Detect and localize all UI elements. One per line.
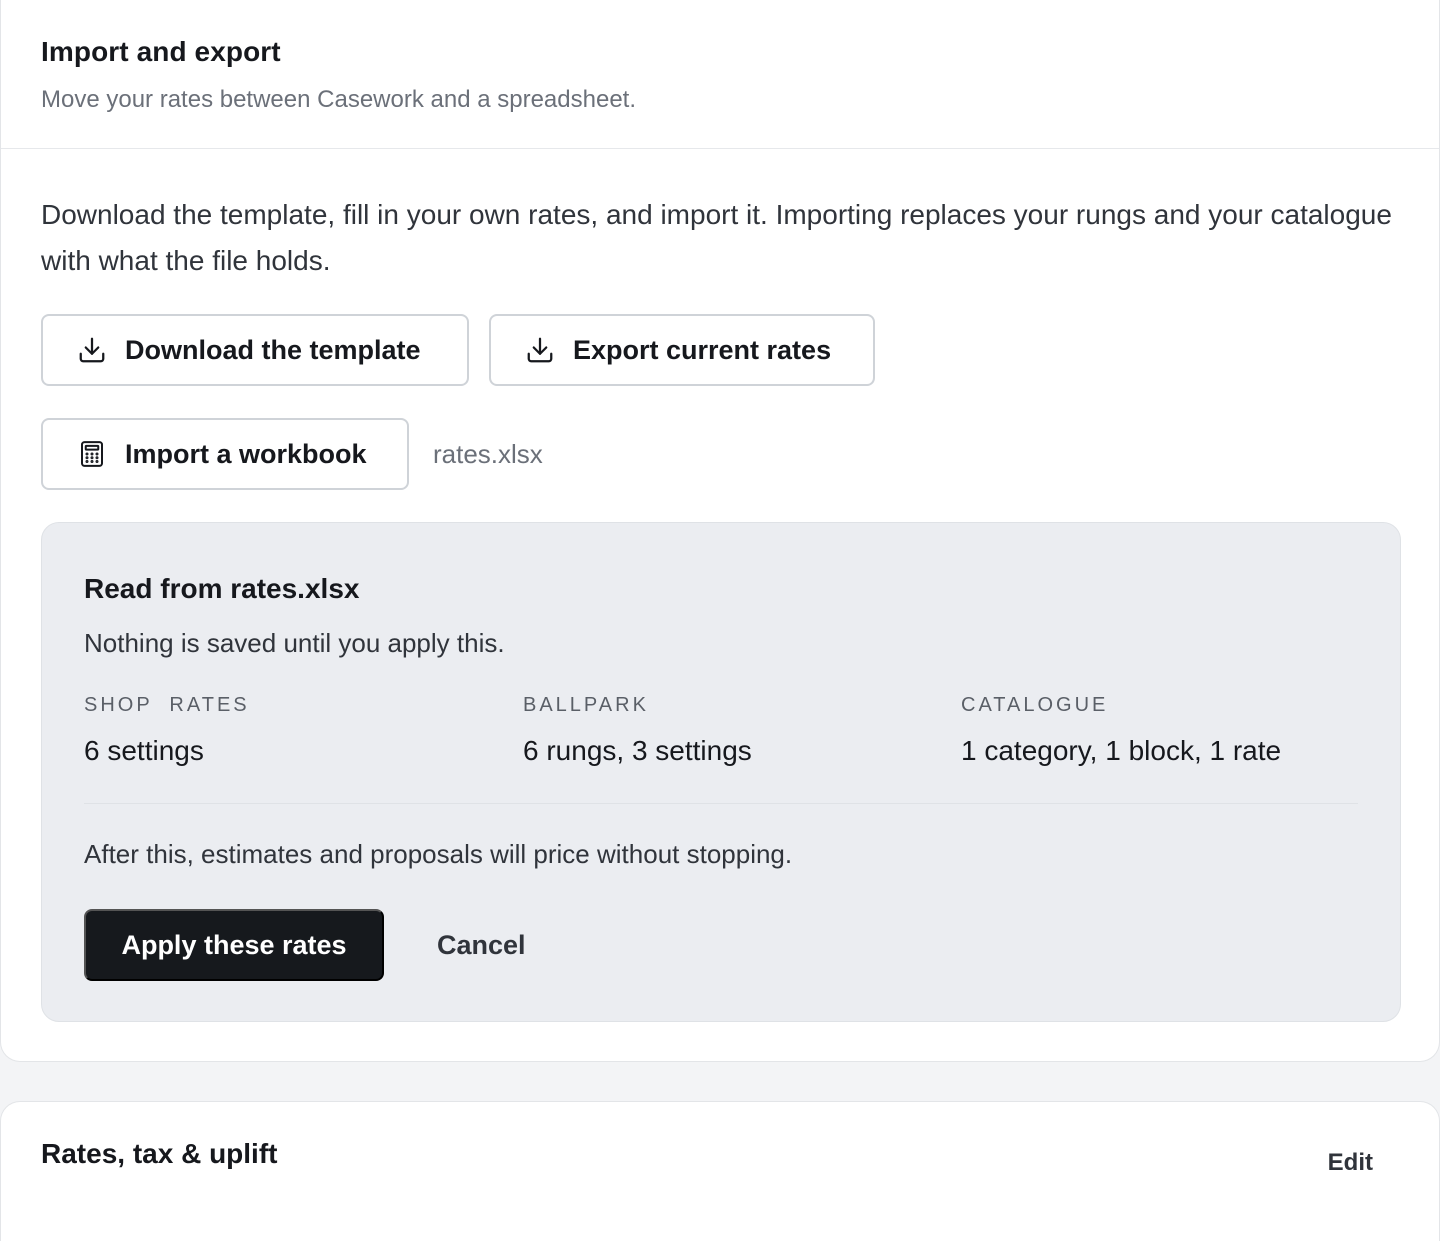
import-export-intro: Download the template, fill in your own …	[41, 199, 1392, 276]
download-icon	[525, 335, 555, 365]
import-workbook-button[interactable]: Import a workbook	[41, 418, 409, 490]
stat-catalogue: CATALOGUE 1 category, 1 block, 1 rate	[961, 693, 1281, 769]
apply-rates-button[interactable]: Apply these rates	[84, 909, 384, 981]
download-template-button[interactable]: Download the template	[41, 314, 469, 386]
export-current-rates-button[interactable]: Export current rates	[489, 314, 875, 386]
stat-ballpark: BALLPARK 6 rungs, 3 settings	[523, 693, 752, 769]
import-export-subtitle: Move your rates between Casework and a s…	[41, 86, 636, 113]
rates-tax-uplift-card: Rates, tax & uplift Edit	[0, 1101, 1440, 1241]
stat-value: 6 settings	[84, 735, 204, 766]
import-preview-panel: Read from rates.xlsx Nothing is saved un…	[41, 522, 1401, 1022]
preview-title: Read from rates.xlsx	[84, 573, 360, 604]
edit-button[interactable]: Edit	[1328, 1147, 1373, 1179]
stat-label: SHOP RATES	[84, 694, 250, 716]
stat-value: 6 rungs, 3 settings	[523, 735, 752, 766]
stat-label: BALLPARK	[523, 694, 649, 716]
preview-note: Nothing is saved until you apply this.	[84, 628, 505, 658]
export-current-rates-label: Export current rates	[573, 334, 832, 365]
download-template-label: Download the template	[125, 334, 421, 365]
download-icon	[77, 335, 107, 365]
selected-file-name: rates.xlsx	[433, 439, 543, 469]
spreadsheet-icon	[77, 439, 107, 469]
cancel-button[interactable]: Cancel	[437, 926, 526, 964]
import-export-card: Import and export Move your rates betwee…	[0, 0, 1440, 1062]
rates-section-title: Rates, tax & uplift	[41, 1138, 278, 1169]
preview-after-note: After this, estimates and proposals will…	[84, 839, 793, 869]
import-export-header: Import and export Move your rates betwee…	[1, 0, 1439, 149]
stat-label: CATALOGUE	[961, 694, 1109, 716]
stat-shop-rates: SHOP RATES 6 settings	[84, 693, 250, 769]
import-workbook-label: Import a workbook	[125, 438, 367, 469]
import-export-title: Import and export	[41, 36, 281, 67]
preview-divider	[84, 803, 1358, 804]
stat-value: 1 category, 1 block, 1 rate	[961, 735, 1282, 766]
